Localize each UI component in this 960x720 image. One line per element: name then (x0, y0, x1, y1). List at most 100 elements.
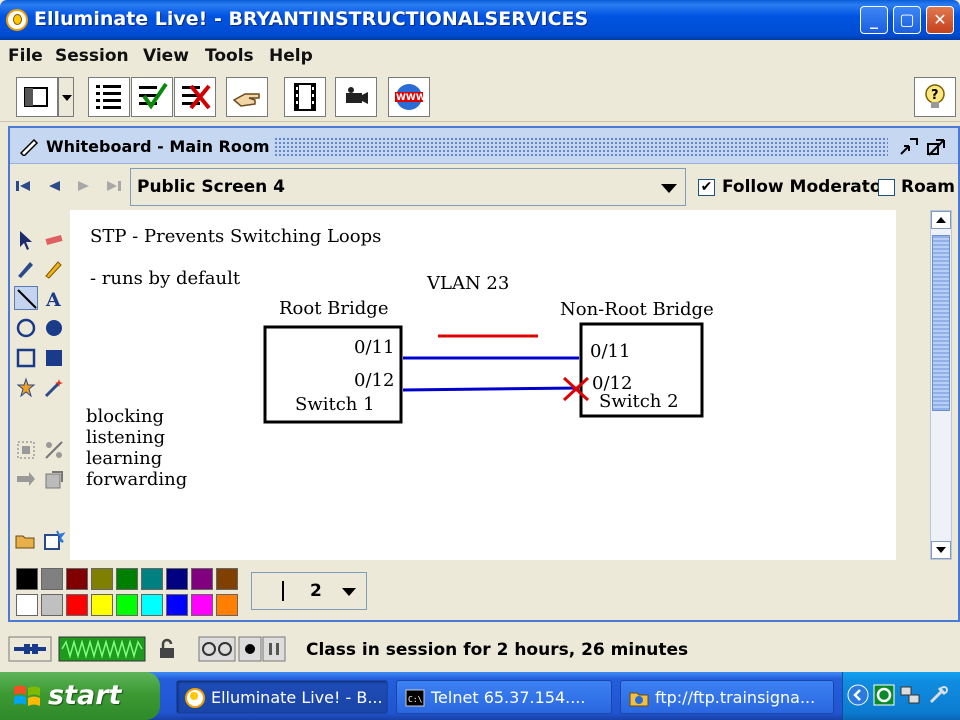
roam-label: Roam (901, 177, 955, 197)
task-telnet[interactable]: C:\ Telnet 65.37.154.... (396, 680, 612, 714)
text-tool-icon[interactable]: A (42, 286, 66, 310)
menu-bar: File Session View Tools Help (0, 40, 960, 72)
color-swatch[interactable] (191, 594, 213, 616)
whiteboard-canvas[interactable]: STP - Prevents Switching Loops - runs by… (70, 210, 896, 560)
follow-moderator-label: Follow Moderator (722, 177, 890, 197)
follow-moderator-checkbox[interactable]: ✔ (698, 179, 715, 196)
switch-1-label: Switch 1 (295, 394, 375, 415)
highlighter-tool-icon[interactable] (42, 256, 66, 280)
help-button[interactable]: ? (914, 77, 956, 117)
import-image-icon[interactable] (42, 528, 66, 552)
previous-screen-icon[interactable] (44, 178, 64, 194)
maximize-panel-icon[interactable] (926, 136, 948, 156)
stamp-tool-icon[interactable] (14, 376, 38, 400)
rectangle-tool-icon[interactable] (14, 346, 38, 370)
application-share-button[interactable] (284, 77, 326, 117)
web-tour-button[interactable]: WWW (388, 77, 430, 117)
color-swatch[interactable] (141, 568, 163, 590)
menu-tools[interactable]: Tools (205, 46, 254, 66)
line-width-select[interactable]: 2 (251, 572, 367, 610)
color-swatch[interactable] (16, 568, 38, 590)
svg-text:C:\: C:\ (408, 695, 423, 704)
scroll-up-button[interactable] (931, 211, 951, 229)
color-swatch[interactable] (166, 568, 188, 590)
help-bulb-icon: ? (925, 84, 945, 108)
color-swatch[interactable] (41, 594, 63, 616)
open-file-icon[interactable] (14, 528, 38, 552)
menu-view[interactable]: View (143, 46, 189, 66)
task-label: Telnet 65.37.154.... (431, 688, 586, 707)
menu-session[interactable]: Session (55, 46, 129, 66)
chevron-down-icon (342, 588, 356, 596)
color-swatch[interactable] (41, 568, 63, 590)
screen-select-value: Public Screen 4 (137, 177, 285, 197)
line-tool-icon[interactable] (14, 286, 38, 310)
chevron-left-icon[interactable] (847, 684, 869, 706)
session-status: Class in session for 2 hours, 26 minutes (306, 640, 689, 660)
elluminate-icon (185, 688, 205, 708)
select-tool-icon[interactable] (14, 228, 38, 252)
oval-tool-icon[interactable] (14, 316, 38, 340)
first-screen-icon[interactable] (14, 178, 34, 194)
video-button[interactable] (335, 77, 377, 117)
maximize-button[interactable]: ▢ (893, 6, 921, 34)
eraser-tool-icon[interactable] (42, 228, 66, 252)
color-swatch[interactable] (66, 568, 88, 590)
color-swatch[interactable] (91, 594, 113, 616)
pause-icon[interactable] (262, 636, 286, 662)
color-swatch[interactable] (216, 568, 238, 590)
menu-help[interactable]: Help (269, 46, 313, 66)
lock-icon[interactable] (156, 638, 178, 660)
application-share-icon (294, 83, 316, 111)
send-back-tool-icon[interactable] (14, 468, 38, 492)
wrench-icon[interactable] (927, 684, 951, 706)
filled-oval-tool-icon[interactable] (42, 316, 66, 340)
magic-wand-tool-icon[interactable] (42, 376, 66, 400)
undock-icon[interactable] (898, 136, 920, 156)
task-elluminate[interactable]: Elluminate Live! - B... (176, 680, 388, 714)
start-button[interactable]: start (0, 672, 160, 720)
line-width-value: 2 (310, 581, 322, 601)
state-listening: listening (86, 427, 166, 448)
group-tool-icon[interactable] (14, 438, 38, 462)
filled-rectangle-tool-icon[interactable] (42, 346, 66, 370)
color-swatch[interactable] (116, 594, 138, 616)
taskbar: start Elluminate Live! - B... C:\ Telnet… (0, 672, 960, 720)
color-swatch[interactable] (16, 594, 38, 616)
scroll-thumb[interactable] (932, 235, 950, 411)
color-swatch[interactable] (216, 594, 238, 616)
ungroup-tool-icon[interactable] (42, 438, 66, 462)
participant-list-button[interactable] (88, 77, 130, 117)
scroll-down-button[interactable] (931, 541, 951, 559)
close-button[interactable]: ✕ (926, 6, 954, 34)
color-swatch[interactable] (66, 594, 88, 616)
minimize-button[interactable]: _ (860, 6, 888, 34)
color-swatch[interactable] (116, 568, 138, 590)
color-swatch[interactable] (141, 594, 163, 616)
network-icon[interactable] (899, 684, 921, 706)
menu-file[interactable]: File (8, 46, 43, 66)
next-screen-icon[interactable] (74, 178, 94, 194)
record-icon[interactable] (238, 636, 262, 662)
raise-hand-button[interactable] (226, 77, 268, 117)
recorder-icon[interactable] (198, 636, 236, 662)
state-forwarding: forwarding (86, 469, 188, 490)
disapprove-button[interactable] (174, 77, 216, 117)
switch-2-label: Switch 2 (599, 391, 679, 412)
task-ftp[interactable]: ftp://ftp.trainsigna... (620, 680, 834, 714)
roam-checkbox[interactable] (878, 179, 895, 196)
pen-tool-icon[interactable] (14, 256, 38, 280)
bring-front-tool-icon[interactable] (42, 468, 66, 492)
color-swatch[interactable] (91, 568, 113, 590)
layout-button[interactable] (16, 77, 58, 117)
vertical-scrollbar[interactable] (930, 210, 952, 560)
ftp-folder-icon (629, 692, 649, 707)
layout-dropdown[interactable] (58, 77, 74, 117)
approve-button[interactable] (131, 77, 173, 117)
last-screen-icon[interactable] (104, 178, 124, 194)
color-swatch[interactable] (191, 568, 213, 590)
security-icon[interactable] (873, 684, 895, 706)
console-icon: C:\ (405, 689, 425, 707)
screen-select[interactable]: Public Screen 4 (130, 168, 686, 206)
color-swatch[interactable] (166, 594, 188, 616)
